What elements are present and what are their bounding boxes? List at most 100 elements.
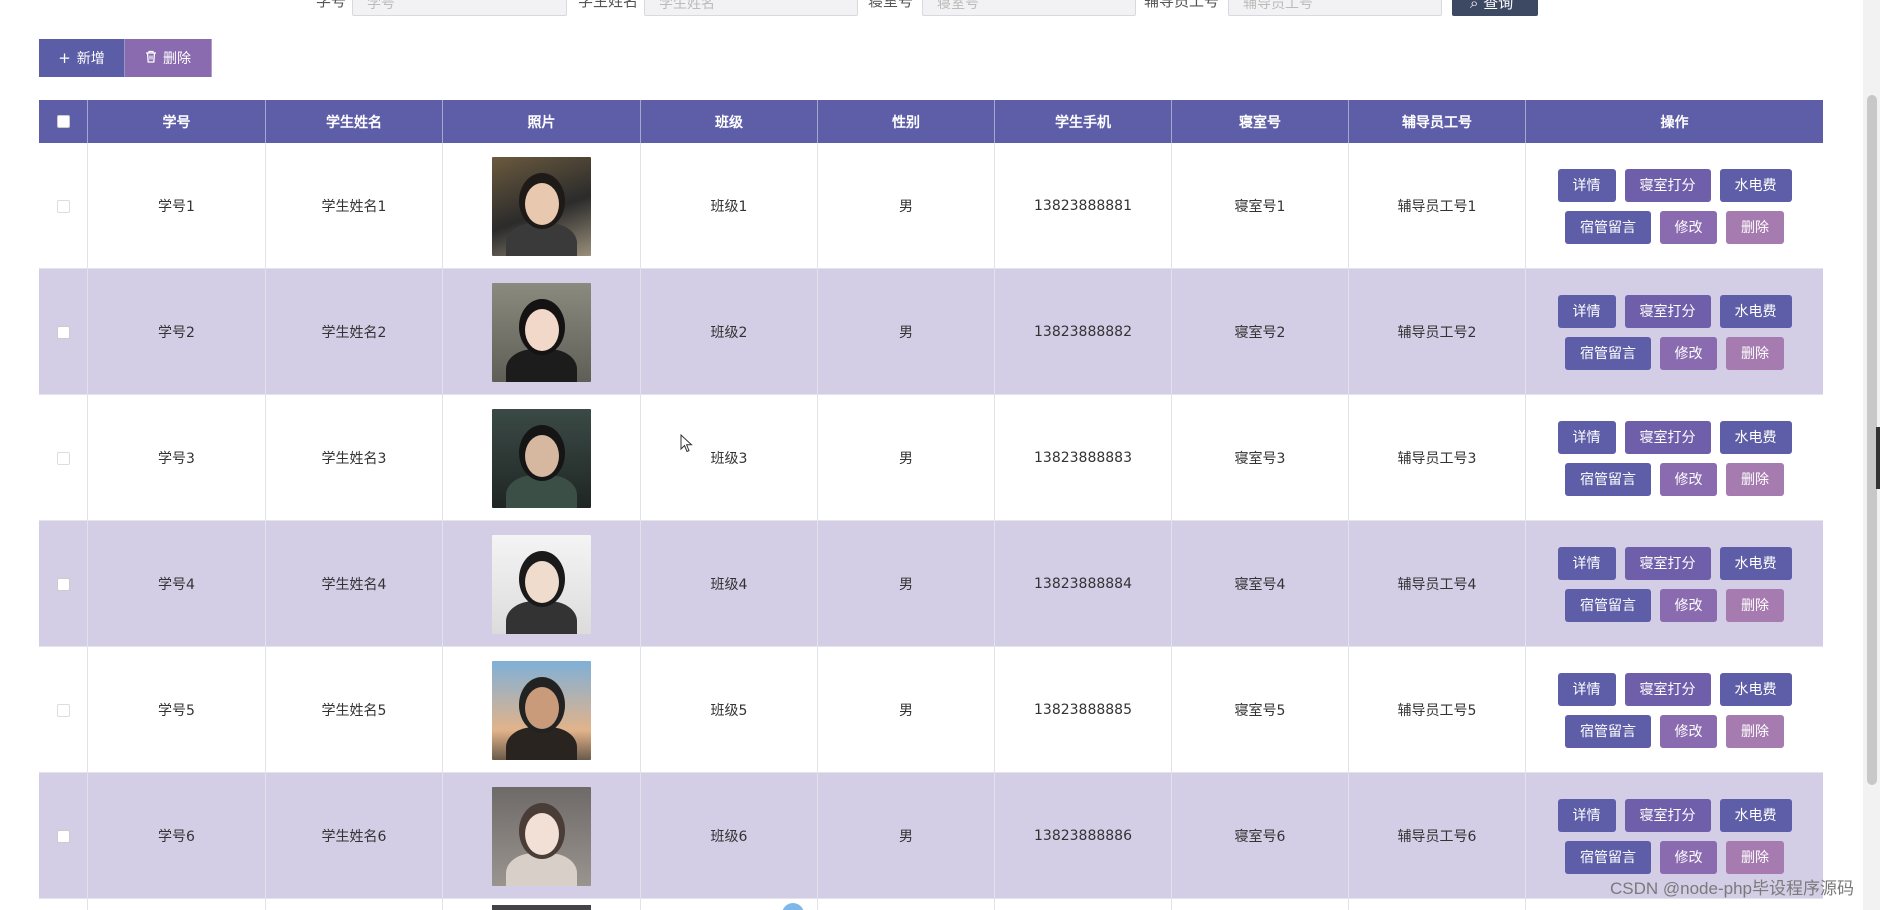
row-actions: 详情 寝室打分 水电费 宿管留言 修改 删除 [1557, 168, 1792, 244]
utility-fee-button[interactable]: 水电费 [1719, 798, 1792, 832]
bulk-delete-button[interactable]: 删除 [125, 39, 212, 77]
cell-gender: 男 [818, 143, 995, 269]
row-checkbox[interactable] [56, 829, 70, 843]
student-photo[interactable] [492, 786, 591, 886]
dorm-message-button[interactable]: 宿管留言 [1565, 462, 1651, 496]
cell-name: 学生姓名1 [266, 143, 443, 269]
header-select-all-cell [39, 100, 88, 143]
search-label-dorm: 寝室号 [868, 0, 914, 10]
select-all-checkbox[interactable] [56, 115, 70, 128]
row-checkbox[interactable] [56, 703, 70, 717]
edit-button[interactable]: 修改 [1660, 462, 1717, 496]
cell-photo [443, 269, 641, 395]
student-photo[interactable] [492, 408, 591, 508]
cell-id: 学号3 [88, 395, 266, 521]
dorm-message-button[interactable]: 宿管留言 [1565, 840, 1651, 874]
dorm-score-button[interactable]: 寝室打分 [1624, 672, 1711, 706]
delete-button[interactable]: 删除 [1726, 336, 1784, 370]
search-input-name[interactable]: 学生姓名 [644, 0, 858, 16]
table-row: 学号3 学生姓名3 班级3 男 13823888883 寝室号3 辅导员工号3 … [39, 395, 1823, 521]
search-input-counselor[interactable]: 辅导员工号 [1228, 0, 1442, 16]
search-bar: 学号 学号 学生姓名 学生姓名 寝室号 寝室号 辅导员工号 辅导员工号 ⌕ 查询 [0, 0, 1600, 16]
detail-button[interactable]: 详情 [1557, 420, 1616, 454]
student-photo[interactable] [492, 156, 591, 256]
edit-button[interactable]: 修改 [1660, 210, 1717, 244]
utility-fee-button[interactable]: 水电费 [1719, 294, 1792, 328]
row-select-cell [39, 395, 88, 521]
delete-button[interactable]: 删除 [1726, 714, 1784, 748]
delete-button[interactable]: 删除 [1726, 588, 1784, 622]
edit-button[interactable]: 修改 [1660, 714, 1717, 748]
vertical-scrollbar[interactable] [1863, 0, 1880, 910]
dorm-message-button[interactable]: 宿管留言 [1565, 714, 1651, 748]
cell-photo [443, 143, 641, 269]
cell-dorm: 寝室号6 [1172, 773, 1349, 899]
detail-button[interactable]: 详情 [1557, 294, 1616, 328]
row-actions: 详情 寝室打分 水电费 宿管留言 修改 删除 [1557, 546, 1792, 622]
student-photo[interactable] [492, 660, 591, 760]
utility-fee-button[interactable]: 水电费 [1719, 168, 1792, 202]
row-select-cell [39, 143, 88, 269]
detail-button[interactable]: 详情 [1557, 672, 1616, 706]
query-button[interactable]: ⌕ 查询 [1452, 0, 1538, 16]
page: 学号 学号 学生姓名 学生姓名 寝室号 寝室号 辅导员工号 辅导员工号 ⌕ 查询… [0, 0, 1880, 910]
row-checkbox[interactable] [56, 199, 70, 213]
cell-counselor: 辅导员工号6 [1349, 773, 1526, 899]
detail-button[interactable]: 详情 [1557, 168, 1616, 202]
edit-button[interactable]: 修改 [1660, 588, 1717, 622]
header-class[interactable]: 班级 [641, 100, 818, 143]
table-row-partial [39, 899, 1823, 910]
row-checkbox[interactable] [56, 325, 70, 339]
row-checkbox[interactable] [56, 451, 70, 465]
add-button[interactable]: + 新增 [39, 39, 125, 77]
dorm-score-button[interactable]: 寝室打分 [1624, 420, 1711, 454]
search-input-id[interactable]: 学号 [352, 0, 567, 16]
header-id[interactable]: 学号 [88, 100, 266, 143]
header-gender[interactable]: 性别 [818, 100, 995, 143]
dorm-message-button[interactable]: 宿管留言 [1565, 210, 1651, 244]
dorm-message-button[interactable]: 宿管留言 [1565, 588, 1651, 622]
cell-gender: 男 [818, 521, 995, 647]
table-row: 学号6 学生姓名6 班级6 男 13823888886 寝室号6 辅导员工号6 … [39, 773, 1823, 899]
utility-fee-button[interactable]: 水电费 [1719, 546, 1792, 580]
header-dorm[interactable]: 寝室号 [1172, 100, 1349, 143]
cell-class: 班级6 [641, 773, 818, 899]
detail-button[interactable]: 详情 [1557, 798, 1616, 832]
dorm-message-button[interactable]: 宿管留言 [1565, 336, 1651, 370]
dorm-score-button[interactable]: 寝室打分 [1624, 798, 1711, 832]
edit-button[interactable]: 修改 [1660, 840, 1717, 874]
utility-fee-button[interactable]: 水电费 [1719, 672, 1792, 706]
student-photo[interactable] [492, 534, 591, 634]
row-checkbox[interactable] [56, 577, 70, 591]
row-actions: 详情 寝室打分 水电费 宿管留言 修改 删除 [1557, 798, 1792, 874]
header-phone[interactable]: 学生手机 [995, 100, 1172, 143]
header-counselor[interactable]: 辅导员工号 [1349, 100, 1526, 143]
row-select-cell [39, 773, 88, 899]
dorm-score-button[interactable]: 寝室打分 [1624, 546, 1711, 580]
cell-class: 班级2 [641, 269, 818, 395]
cell-counselor: 辅导员工号5 [1349, 647, 1526, 773]
cell-gender: 男 [818, 269, 995, 395]
cell-photo [443, 521, 641, 647]
cell-photo [443, 395, 641, 521]
cell-actions: 详情 寝室打分 水电费 宿管留言 修改 删除 [1526, 647, 1823, 773]
delete-button[interactable]: 删除 [1726, 210, 1784, 244]
delete-button[interactable]: 删除 [1726, 840, 1784, 874]
cell-id: 学号1 [88, 143, 266, 269]
delete-button[interactable]: 删除 [1726, 462, 1784, 496]
header-name[interactable]: 学生姓名 [266, 100, 443, 143]
edit-button[interactable]: 修改 [1660, 336, 1717, 370]
utility-fee-button[interactable]: 水电费 [1719, 420, 1792, 454]
search-input-dorm[interactable]: 寝室号 [922, 0, 1136, 16]
plus-icon: + [58, 48, 71, 67]
cell-name: 学生姓名5 [266, 647, 443, 773]
cell-name: 学生姓名4 [266, 521, 443, 647]
add-button-label: 新增 [76, 51, 105, 67]
student-photo[interactable] [492, 282, 591, 382]
scrollbar-marker [1876, 427, 1880, 489]
dorm-score-button[interactable]: 寝室打分 [1624, 294, 1711, 328]
detail-button[interactable]: 详情 [1557, 546, 1616, 580]
dorm-score-button[interactable]: 寝室打分 [1624, 168, 1711, 202]
header-photo: 照片 [443, 100, 641, 143]
cell-name: 学生姓名3 [266, 395, 443, 521]
